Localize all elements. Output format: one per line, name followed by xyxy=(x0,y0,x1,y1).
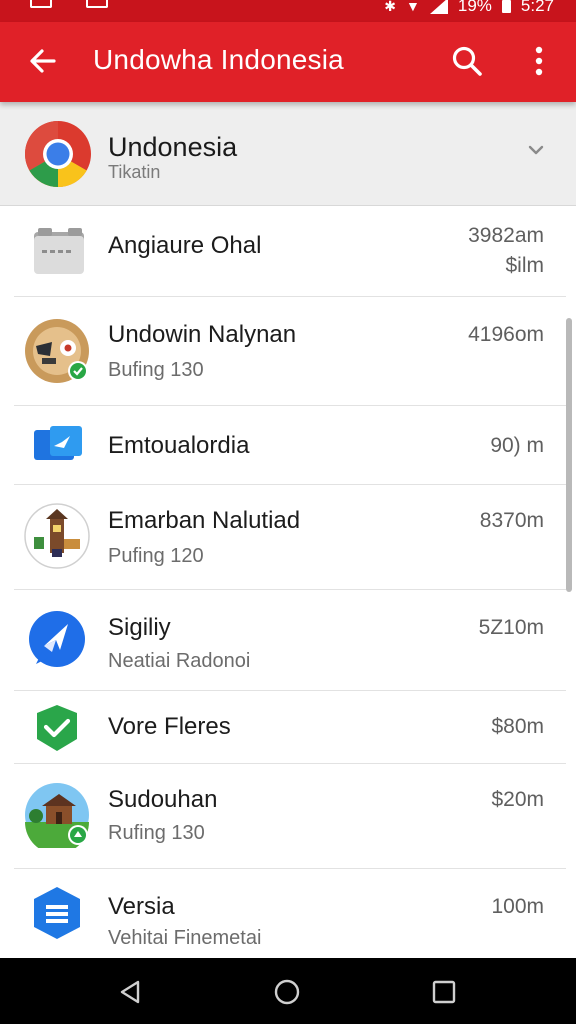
app-size: 3982am xyxy=(468,224,544,247)
signal-icon xyxy=(429,0,448,14)
header-title: Undonesia xyxy=(108,132,238,162)
nav-home-icon[interactable] xyxy=(273,978,301,1006)
list-item[interactable]: Sudouhan Rufing 130 $20m xyxy=(0,764,566,868)
back-button[interactable] xyxy=(26,44,60,78)
chrome-icon xyxy=(24,121,91,188)
app-name: Undowin Nalynan xyxy=(108,321,297,348)
app-subtitle: Pufing 120 xyxy=(108,545,204,567)
wifi-icon: ▼ xyxy=(406,0,420,14)
chevron-down-icon[interactable] xyxy=(524,138,548,162)
app-subtitle: Rufing 130 xyxy=(108,822,205,844)
app-size: 5Z10m xyxy=(478,616,544,639)
arrow-left-icon xyxy=(30,49,56,73)
bluetooth-icon: ✱ xyxy=(384,0,397,14)
messenger-icon xyxy=(29,611,85,667)
search-button[interactable] xyxy=(448,42,486,80)
list-item[interactable]: Vore Fleres $80m xyxy=(0,691,566,763)
list-item[interactable]: Emtoualordia 90) m xyxy=(0,406,566,484)
navigation-bar xyxy=(0,958,576,1024)
app-name: Vore Fleres xyxy=(108,713,231,740)
app-size: $20m xyxy=(491,788,544,811)
image-icon xyxy=(86,0,108,8)
app-title: Undowha Indonesia xyxy=(93,44,344,75)
status-bar: ✱ ▼ 19% 5:27 xyxy=(0,0,576,22)
list-item[interactable]: Emarban Nalutiad Pufing 120 8370m xyxy=(0,485,566,589)
app-size: 4196om xyxy=(468,323,544,346)
notification-icon xyxy=(30,0,52,8)
search-icon xyxy=(452,46,482,76)
app-name: Sigiliy xyxy=(108,614,171,641)
app-name: Angiaure Ohal xyxy=(108,232,262,259)
app-size: 90) m xyxy=(490,434,544,457)
app-size-secondary: $ilm xyxy=(505,254,544,277)
app-bar: Undowha Indonesia xyxy=(0,22,576,102)
list-item[interactable]: Angiaure Ohal 3982am $ilm xyxy=(0,206,566,296)
app-name: Sudouhan xyxy=(108,786,218,813)
list-item[interactable]: Undowin Nalynan Bufing 130 4196om xyxy=(0,297,566,405)
list-item[interactable]: Versia Vehitai Finemetai 100m xyxy=(0,869,566,958)
app-subtitle: Neatiai Radonoi xyxy=(108,650,251,672)
app-subtitle: Vehitai Finemetai xyxy=(108,927,262,949)
app-name: Emarban Nalutiad xyxy=(108,507,301,534)
clock: 5:27 xyxy=(520,0,554,15)
document-app-icon xyxy=(34,887,80,939)
more-options-button[interactable] xyxy=(528,44,550,80)
header-subtitle: Tikatin xyxy=(108,162,161,182)
app-name: Versia xyxy=(108,893,175,920)
tower-game-icon xyxy=(24,503,90,569)
account-header[interactable]: Undonesia Tikatin xyxy=(0,102,576,206)
coffee-app-icon xyxy=(25,319,89,383)
nav-recent-icon[interactable] xyxy=(430,978,458,1006)
folder-icon xyxy=(34,228,84,274)
battery-percent: 19% xyxy=(457,0,492,15)
check-app-icon xyxy=(37,705,77,751)
nav-back-icon[interactable] xyxy=(116,978,144,1006)
app-name: Emtoualordia xyxy=(108,432,250,459)
app-subtitle: Bufing 130 xyxy=(108,359,204,381)
scrollbar[interactable] xyxy=(566,318,572,592)
app-size: 100m xyxy=(491,895,544,918)
app-size: 8370m xyxy=(479,509,544,532)
app-size: $80m xyxy=(491,715,544,738)
battery-icon xyxy=(501,0,511,13)
mail-app-icon xyxy=(34,426,82,460)
farm-game-icon xyxy=(25,783,89,848)
more-vert-icon xyxy=(535,46,543,76)
list-item[interactable]: Sigiliy Neatiai Radonoi 5Z10m xyxy=(0,590,566,690)
